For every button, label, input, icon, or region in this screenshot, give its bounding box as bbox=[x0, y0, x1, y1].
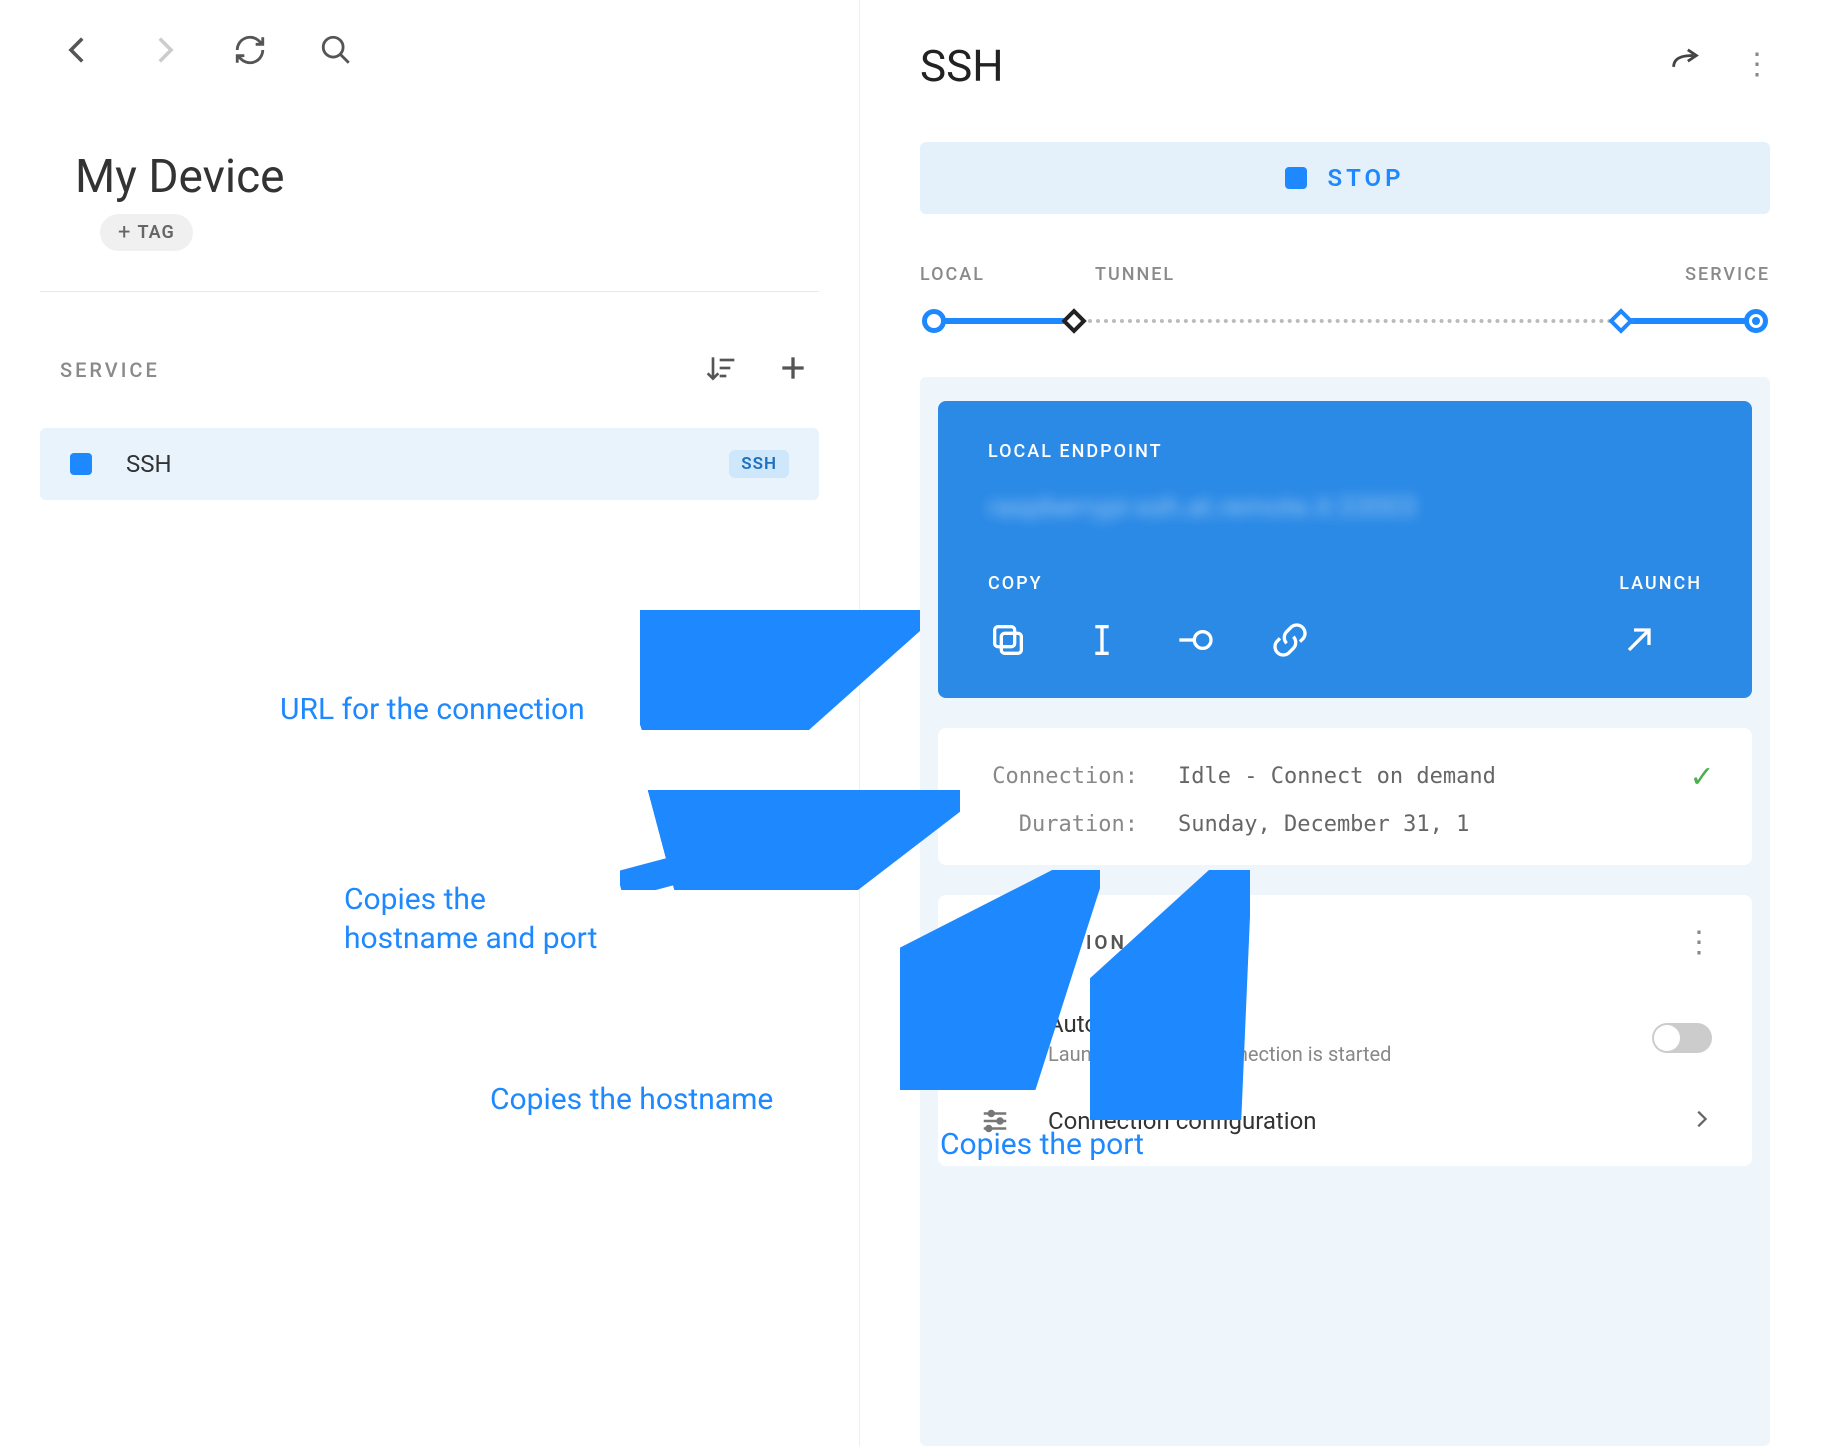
arrow-hostname bbox=[900, 870, 1100, 1090]
annotation-hostport: Copies the hostname and port bbox=[344, 880, 597, 958]
plus-icon: + bbox=[118, 220, 131, 245]
pipe-node-local bbox=[922, 309, 946, 333]
launch-label: LAUNCH bbox=[1619, 573, 1702, 594]
arrow-port bbox=[1090, 870, 1250, 1120]
pipeline-labels: LOCAL TUNNEL SERVICE bbox=[920, 264, 1770, 285]
annotation-hostname: Copies the hostname bbox=[490, 1080, 773, 1119]
launch-button[interactable] bbox=[1619, 620, 1702, 664]
copy-hostname-port-button[interactable] bbox=[988, 620, 1028, 664]
device-title: My Device bbox=[75, 150, 819, 204]
endpoint-label: LOCAL ENDPOINT bbox=[988, 441, 1702, 462]
duration-val: Sunday, December 31, 1 bbox=[1178, 812, 1469, 837]
stop-label: STOP bbox=[1327, 164, 1404, 192]
auto-launch-toggle[interactable] bbox=[1652, 1023, 1712, 1053]
service-type-badge: SSH bbox=[729, 450, 789, 478]
connection-status-key: Connection: bbox=[978, 764, 1178, 789]
endpoint-url[interactable]: raspberrypi-ssh.at.remote.it:33003 bbox=[988, 490, 1702, 523]
pipe-label-service: SERVICE bbox=[1685, 264, 1770, 285]
share-button[interactable] bbox=[1668, 47, 1702, 85]
tag-label: TAG bbox=[137, 222, 174, 243]
copy-hostname-button[interactable] bbox=[1082, 620, 1122, 664]
status-card: Connection: Idle - Connect on demand ✓ D… bbox=[938, 728, 1752, 865]
pipe-node-tunnel-end bbox=[1608, 308, 1633, 333]
page-title: SSH bbox=[920, 40, 1004, 92]
annotation-url: URL for the connection bbox=[280, 690, 585, 729]
divider bbox=[40, 291, 819, 292]
pipe-node-tunnel-start bbox=[1061, 308, 1086, 333]
duration-key: Duration: bbox=[978, 812, 1178, 837]
annotation-port: Copies the port bbox=[940, 1125, 1144, 1164]
service-status-icon bbox=[70, 453, 92, 475]
more-menu-button[interactable]: ⋮ bbox=[1742, 47, 1770, 85]
connection-menu-button[interactable]: ⋮ bbox=[1684, 925, 1712, 960]
stop-button[interactable]: STOP bbox=[920, 142, 1770, 214]
stop-icon bbox=[1285, 167, 1307, 189]
search-button[interactable] bbox=[316, 30, 356, 70]
service-row-ssh[interactable]: SSH SSH bbox=[40, 428, 819, 500]
check-icon: ✓ bbox=[1692, 756, 1712, 796]
refresh-button[interactable] bbox=[230, 30, 270, 70]
pipeline bbox=[920, 303, 1770, 337]
service-header: SERVICE bbox=[60, 358, 160, 382]
pipe-label-tunnel: TUNNEL bbox=[1095, 264, 1175, 285]
copy-link-button[interactable] bbox=[1270, 620, 1310, 664]
back-button[interactable] bbox=[58, 30, 98, 70]
arrow-url bbox=[640, 610, 920, 730]
endpoint-card: LOCAL ENDPOINT raspberrypi-ssh.at.remote… bbox=[938, 401, 1752, 698]
pipe-node-service bbox=[1744, 309, 1768, 333]
connection-status-val: Idle - Connect on demand bbox=[1178, 764, 1496, 789]
copy-label: COPY bbox=[988, 573, 1310, 594]
add-service-button[interactable] bbox=[777, 352, 809, 388]
copy-port-button[interactable] bbox=[1176, 620, 1216, 664]
forward-button bbox=[144, 30, 184, 70]
service-name: SSH bbox=[126, 450, 172, 478]
add-tag-button[interactable]: + TAG bbox=[100, 214, 193, 251]
sort-button[interactable] bbox=[705, 352, 737, 388]
pipe-label-local: LOCAL bbox=[920, 264, 985, 285]
chevron-right-icon bbox=[1690, 1108, 1712, 1134]
